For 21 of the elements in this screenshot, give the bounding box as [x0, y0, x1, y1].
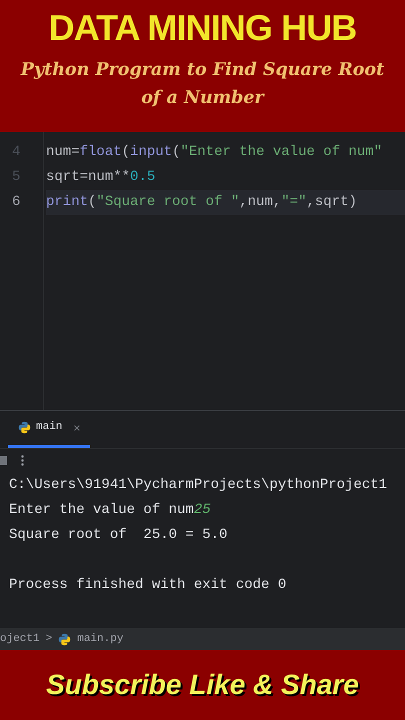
typed-input-text: 25 [194, 501, 211, 520]
console-output: Square root of 25.0 = 5.0 [9, 526, 228, 545]
breadcrumb-item[interactable]: main.py [77, 630, 124, 648]
banner-subtitle: Python Program to Find Square Root of a Number [19, 59, 386, 110]
banner-title: DATA MINING HUB [48, 6, 356, 50]
footer-text: Subscribe Like & Share [46, 668, 359, 702]
tab-label: main [36, 420, 62, 436]
console-output: Enter the value of num [9, 501, 194, 520]
console-output: C:\Users\91941\PycharmProjects\pythonProject1 [9, 476, 388, 495]
python-icon [58, 632, 72, 646]
console-output: Process finished with exit code 0 [9, 576, 286, 595]
breadcrumb-item[interactable]: oject1 [0, 630, 40, 648]
close-button[interactable]: × [73, 418, 80, 436]
run-tab[interactable]: main × [8, 410, 90, 448]
line-number: 6 [11, 193, 22, 212]
python-icon [18, 421, 31, 434]
code-line: sqrt=num**0.5 [46, 168, 156, 187]
code-line: num=float(input("Enter the value of num" [46, 143, 384, 162]
breadcrumb-separator: > [46, 632, 52, 647]
more-icon[interactable] [21, 454, 24, 466]
stop-icon[interactable] [0, 456, 7, 464]
